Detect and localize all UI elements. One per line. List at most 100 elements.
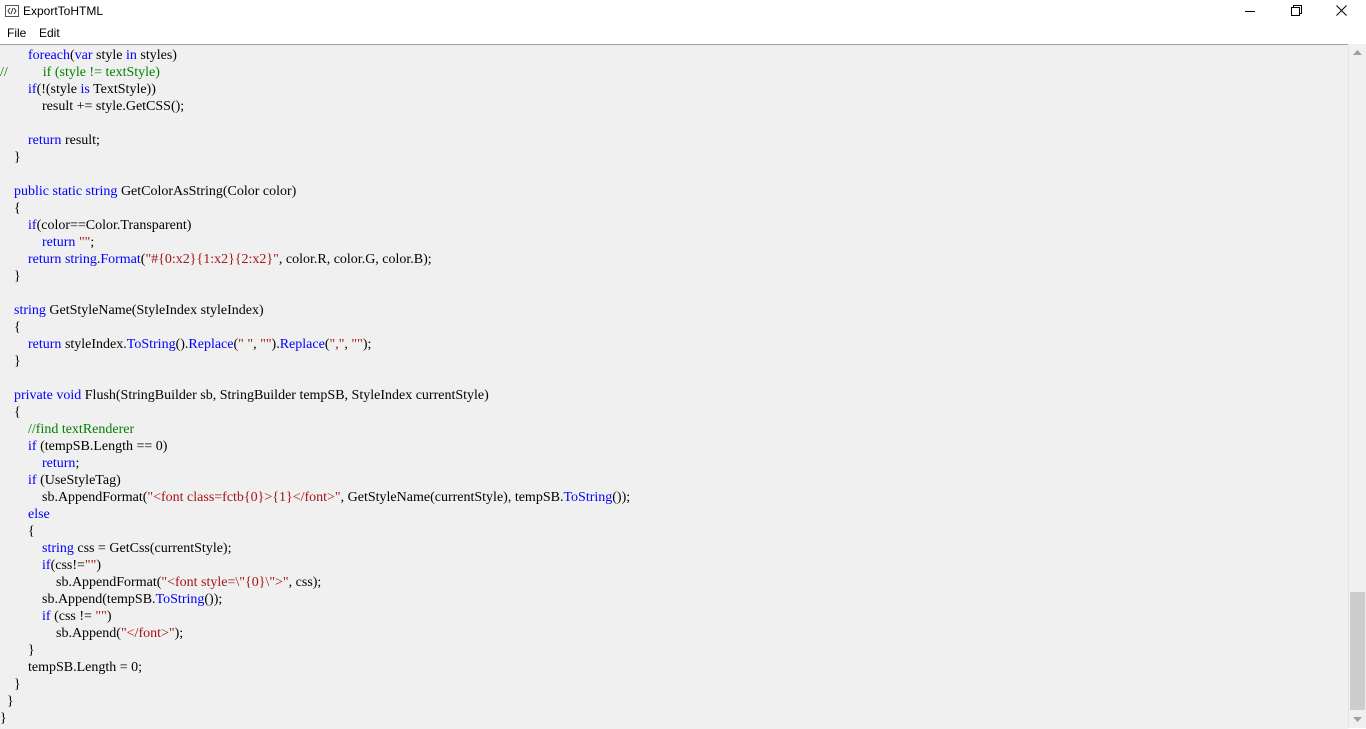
- code-token: sb.AppendFormat(: [0, 490, 148, 505]
- keyword-token: string: [85, 184, 118, 199]
- chevron-down-icon: [1353, 717, 1362, 722]
- restore-icon: [1290, 3, 1302, 21]
- keyword-token: return: [42, 456, 76, 471]
- code-text[interactable]: foreach(var style in styles)// if (style…: [0, 47, 630, 727]
- code-token: (!(style: [36, 82, 81, 97]
- string-token: " ": [238, 337, 254, 352]
- code-line: return result;: [0, 132, 630, 149]
- code-token: (css !=: [50, 609, 96, 624]
- string-token: "<font class=fctb{0}>{1}</font>": [147, 490, 341, 505]
- keyword-token: var: [74, 48, 93, 63]
- scroll-down-button[interactable]: [1349, 711, 1366, 728]
- keyword-token: return: [28, 133, 62, 148]
- code-line: {: [0, 404, 630, 421]
- close-button[interactable]: [1318, 0, 1364, 23]
- keyword-token: string: [64, 252, 97, 267]
- code-token: }: [0, 269, 21, 284]
- code-line: string GetStyleName(StyleIndex styleInde…: [0, 302, 630, 319]
- code-token: {: [0, 524, 35, 539]
- chevron-up-icon: [1353, 50, 1362, 55]
- code-token: {: [0, 320, 21, 335]
- code-token: sb.Append(: [0, 626, 121, 641]
- keyword-token: return: [28, 252, 62, 267]
- code-editor[interactable]: foreach(var style in styles)// if (style…: [0, 44, 1348, 729]
- keyword-token: static: [52, 184, 83, 199]
- keyword-token: if: [42, 558, 51, 573]
- code-line: if(!(style is TextStyle)): [0, 81, 630, 98]
- code-token: GetStyleName(StyleIndex styleIndex): [45, 303, 264, 318]
- code-line: }: [0, 676, 630, 693]
- code-token: , css);: [288, 575, 322, 590]
- string-token: "": [78, 235, 91, 250]
- code-line: // if (style != textStyle): [0, 64, 630, 81]
- code-line: sb.AppendFormat("<font style=\"{0}\">", …: [0, 574, 630, 591]
- code-line: {: [0, 523, 630, 540]
- code-token: ): [106, 609, 112, 624]
- code-line: sb.Append(tempSB.ToString());: [0, 591, 630, 608]
- keyword-token: string: [42, 541, 74, 556]
- code-token: (color==Color.Transparent): [36, 218, 192, 233]
- code-line: if(color==Color.Transparent): [0, 217, 630, 234]
- restore-button[interactable]: [1273, 0, 1319, 23]
- code-line: string css = GetCss(currentStyle);: [0, 540, 630, 557]
- code-token: }: [0, 677, 21, 692]
- keyword-token: else: [28, 507, 50, 522]
- keyword-token: return: [28, 337, 62, 352]
- code-token: (css!=: [50, 558, 85, 573]
- keyword-token: if: [28, 473, 37, 488]
- code-token: result;: [61, 133, 100, 148]
- keyword-token: if: [28, 82, 37, 97]
- code-token: ): [96, 558, 102, 573]
- code-line: {: [0, 319, 630, 336]
- keyword-token: Replace: [188, 337, 234, 352]
- code-token: styleIndex.: [61, 337, 127, 352]
- code-token: }: [0, 643, 35, 658]
- keyword-token: if: [42, 609, 51, 624]
- string-token: ",": [329, 337, 345, 352]
- menu-bar: File Edit: [0, 23, 1366, 43]
- title-bar: ExportToHTML: [0, 0, 1366, 23]
- code-line: if (UseStyleTag): [0, 472, 630, 489]
- keyword-token: in: [125, 48, 137, 63]
- code-line: tempSB.Length = 0;: [0, 659, 630, 676]
- code-line: return styleIndex.ToString().Replace(" "…: [0, 336, 630, 353]
- code-token: sb.AppendFormat(: [0, 575, 162, 590]
- close-icon: [1335, 3, 1347, 21]
- vertical-scrollbar[interactable]: [1348, 44, 1366, 728]
- code-line: if(css!=""): [0, 557, 630, 574]
- minimize-button[interactable]: [1227, 0, 1273, 23]
- keyword-token: void: [56, 388, 82, 403]
- code-token: {: [0, 405, 21, 420]
- code-line: result += style.GetCSS();: [0, 98, 630, 115]
- code-line: }: [0, 710, 630, 727]
- menu-edit[interactable]: Edit: [39, 26, 60, 40]
- string-token: "": [95, 609, 107, 624]
- menu-file[interactable]: File: [7, 26, 26, 40]
- code-line: return string.Format("#{0:x2}{1:x2}{2:x2…: [0, 251, 630, 268]
- keyword-token: public: [14, 184, 49, 199]
- code-line: private void Flush(StringBuilder sb, Str…: [0, 387, 630, 404]
- scrollbar-thumb[interactable]: [1350, 592, 1365, 710]
- scroll-up-button[interactable]: [1349, 44, 1366, 61]
- code-token: tempSB.Length = 0;: [0, 660, 143, 675]
- code-line: {: [0, 200, 630, 217]
- code-line: return;: [0, 455, 630, 472]
- app-icon: [5, 5, 19, 17]
- code-token: TextStyle)): [89, 82, 156, 97]
- code-token: ;: [75, 456, 80, 471]
- code-token: );: [362, 337, 372, 352]
- keyword-token: private: [14, 388, 53, 403]
- keyword-token: Replace: [279, 337, 325, 352]
